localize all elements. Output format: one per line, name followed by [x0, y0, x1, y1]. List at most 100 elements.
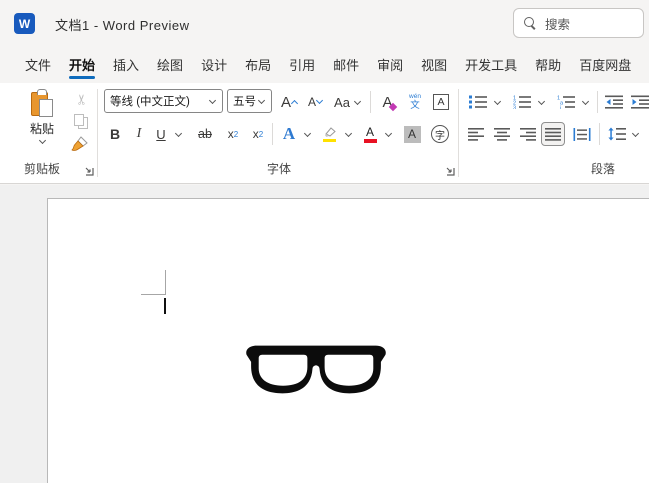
- bullets-button[interactable]: [466, 89, 490, 115]
- align-left-button[interactable]: [465, 121, 487, 147]
- copy-button[interactable]: [74, 114, 90, 130]
- font-dialog-launcher[interactable]: [445, 163, 456, 174]
- bullets-dropdown[interactable]: [491, 89, 503, 115]
- justify-icon: [545, 128, 562, 141]
- subscript-button[interactable]: x2: [222, 121, 244, 147]
- change-case-chevron-icon: [353, 98, 362, 107]
- tab-design[interactable]: 设计: [192, 46, 236, 83]
- grow-caret-icon: [291, 99, 299, 105]
- tab-layout[interactable]: 布局: [236, 46, 280, 83]
- tab-view[interactable]: 视图: [412, 46, 456, 83]
- font-color-dropdown[interactable]: [382, 121, 394, 147]
- font-name-value: 等线 (中文正文): [110, 93, 190, 109]
- bullets-chevron-icon: [493, 98, 502, 107]
- tab-insert[interactable]: 插入: [104, 46, 148, 83]
- multilevel-list-button[interactable]: 1 a i: [554, 89, 578, 115]
- multilevel-dropdown[interactable]: [579, 89, 591, 115]
- highlighter-icon: [322, 126, 337, 142]
- shrink-font-button[interactable]: A: [304, 89, 328, 115]
- highlight-dropdown[interactable]: [342, 121, 354, 147]
- word-logo-icon[interactable]: W: [14, 13, 35, 34]
- line-spacing-dropdown[interactable]: [629, 121, 641, 147]
- tab-draw[interactable]: 绘图: [148, 46, 192, 83]
- text-effects-chevron-icon: [303, 130, 312, 139]
- paragraph-group-label: 段落: [573, 160, 633, 177]
- document-page[interactable]: [47, 198, 649, 483]
- ribbon: 粘贴 ✂ 剪贴板: [0, 83, 649, 184]
- line-spacing-button[interactable]: [605, 121, 629, 147]
- glasses-image[interactable]: [244, 339, 388, 401]
- group-separator: [97, 89, 98, 177]
- text-effects-button[interactable]: A: [277, 121, 301, 147]
- font-name-chevron-icon: [208, 97, 217, 106]
- format-painter-button[interactable]: [70, 135, 90, 152]
- cut-button[interactable]: ✂: [72, 90, 92, 108]
- font-name-select[interactable]: 等线 (中文正文): [104, 89, 223, 113]
- line-spacing-icon: [608, 127, 626, 141]
- text-effects-dropdown[interactable]: [301, 121, 313, 147]
- bold-button[interactable]: B: [104, 121, 126, 147]
- margin-crop-mark-vertical: [165, 270, 166, 295]
- font-group: 等线 (中文正文) 五号 A A Aa A wén: [100, 83, 458, 184]
- tab-file[interactable]: 文件: [16, 46, 60, 83]
- tab-developer[interactable]: 开发工具: [456, 46, 526, 83]
- tab-home[interactable]: 开始: [60, 46, 104, 83]
- underline-button[interactable]: U: [152, 121, 170, 147]
- format-painter-icon: [70, 135, 89, 152]
- numbering-dropdown[interactable]: [535, 89, 547, 115]
- align-right-button[interactable]: [517, 121, 539, 147]
- justify-button[interactable]: [541, 122, 565, 146]
- font-color-button[interactable]: A: [358, 121, 382, 147]
- decrease-indent-button[interactable]: [602, 89, 626, 115]
- font-size-select[interactable]: 五号: [227, 89, 272, 113]
- character-border-button[interactable]: A: [430, 89, 452, 115]
- paste-button[interactable]: 粘贴: [14, 86, 70, 156]
- search-placeholder: 搜索: [545, 14, 570, 33]
- tab-references[interactable]: 引用: [280, 46, 324, 83]
- clear-formatting-button[interactable]: A: [376, 89, 402, 115]
- font-size-chevron-icon: [257, 97, 266, 106]
- clipboard-group: 粘贴 ✂ 剪贴板: [0, 83, 97, 184]
- underline-dropdown[interactable]: [172, 121, 184, 147]
- tab-review[interactable]: 审阅: [368, 46, 412, 83]
- distribute-text-icon: [573, 128, 591, 141]
- title-bar: W 文档1 - Word Preview 搜索: [0, 0, 649, 46]
- grow-font-button[interactable]: A: [278, 89, 302, 115]
- paragraph-group: 1 2 3 1 a i: [461, 83, 649, 184]
- align-left-icon: [468, 128, 485, 141]
- margin-crop-mark-horizontal: [141, 294, 166, 295]
- phonetic-guide-button[interactable]: wén 文: [404, 89, 426, 115]
- paste-clipboard-icon: [30, 88, 54, 118]
- distribute-text-button[interactable]: [570, 121, 594, 147]
- phonetic-guide-icon: wén 文: [409, 94, 421, 110]
- tab-help[interactable]: 帮助: [526, 46, 570, 83]
- clipboard-group-label: 剪贴板: [0, 160, 84, 177]
- increase-indent-button[interactable]: [628, 89, 649, 115]
- separator: [599, 123, 600, 145]
- clipboard-dialog-launcher[interactable]: [84, 163, 95, 174]
- change-case-button[interactable]: Aa: [330, 89, 366, 115]
- search-box[interactable]: 搜索: [513, 8, 644, 38]
- strikethrough-button[interactable]: ab: [192, 121, 218, 147]
- ribbon-tab-bar: 文件 开始 插入 绘图 设计 布局 引用 邮件 审阅 视图 开发工具 帮助 百度…: [0, 46, 649, 83]
- separator: [272, 123, 273, 145]
- increase-indent-icon: [631, 95, 649, 109]
- align-center-button[interactable]: [491, 121, 513, 147]
- svg-text:i: i: [560, 105, 561, 109]
- numbering-button[interactable]: 1 2 3: [510, 89, 534, 115]
- character-shading-button[interactable]: A: [400, 121, 424, 147]
- bullet-list-icon: [469, 95, 487, 109]
- enclose-characters-button[interactable]: 字: [428, 121, 452, 147]
- italic-button[interactable]: I: [130, 121, 148, 147]
- tab-mailings[interactable]: 邮件: [324, 46, 368, 83]
- paste-dropdown-chevron-icon[interactable]: [38, 137, 47, 146]
- tab-baidu-netdisk[interactable]: 百度网盘: [570, 46, 640, 83]
- multilevel-list-icon: 1 a i: [557, 95, 575, 109]
- superscript-button[interactable]: x2: [247, 121, 269, 147]
- multilevel-chevron-icon: [581, 98, 590, 107]
- svg-text:3: 3: [513, 105, 516, 109]
- font-group-label: 字体: [100, 160, 458, 177]
- font-color-icon: A: [364, 126, 377, 143]
- word-window: W 文档1 - Word Preview 搜索 文件 开始 插入 绘图 设计 布…: [0, 0, 649, 483]
- highlight-color-button[interactable]: [316, 121, 342, 147]
